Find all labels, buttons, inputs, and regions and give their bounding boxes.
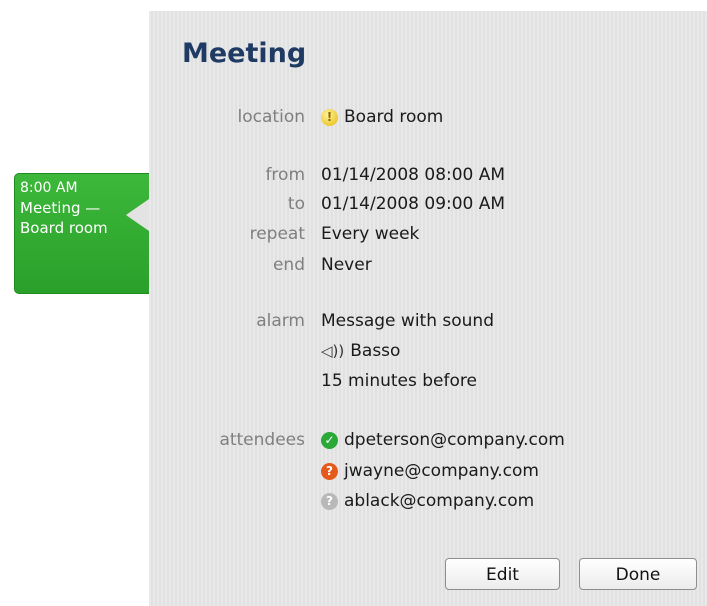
popover-pointer [126, 199, 149, 231]
edit-button[interactable]: Edit [445, 558, 560, 590]
tentative-icon: ? [321, 462, 338, 480]
alarm-label: alarm [256, 311, 305, 331]
alarm-sound: Basso [350, 341, 401, 361]
speaker-icon: ◁)) [321, 342, 345, 360]
to-label: to [287, 194, 305, 214]
from-label: from [265, 165, 305, 185]
repeat-value[interactable]: Every week [321, 224, 419, 244]
no-response-icon: ? [321, 492, 338, 510]
attendee-row[interactable]: ? ablack@company.com [321, 491, 534, 511]
end-label: end [272, 255, 305, 275]
attendee-row[interactable]: ✓ dpeterson@company.com [321, 430, 565, 450]
location-label: location [237, 107, 305, 127]
alarm-sound-row[interactable]: ◁)) Basso [321, 341, 400, 361]
repeat-label: repeat [249, 224, 305, 244]
attendee-email: jwayne@company.com [344, 461, 539, 481]
done-button[interactable]: Done [579, 558, 697, 590]
end-value[interactable]: Never [321, 255, 372, 275]
alarm-type[interactable]: Message with sound [321, 311, 494, 331]
event-time: 8:00 AM [20, 180, 78, 196]
warning-icon: ! [321, 108, 338, 126]
event-title-heading[interactable]: Meeting [182, 38, 306, 69]
event-info-panel: Meeting location ! Board room from 01/14… [149, 11, 707, 606]
attendee-email: dpeterson@company.com [344, 430, 565, 450]
alarm-timing[interactable]: 15 minutes before [321, 371, 477, 391]
location-value-row[interactable]: ! Board room [321, 107, 443, 127]
accepted-icon: ✓ [321, 431, 338, 449]
to-value[interactable]: 01/14/2008 09:00 AM [321, 194, 505, 214]
calendar-event-chip[interactable]: 8:00 AM Meeting — Board room [14, 173, 149, 294]
attendee-email: ablack@company.com [344, 491, 535, 511]
location-value: Board room [344, 107, 444, 127]
from-value[interactable]: 01/14/2008 08:00 AM [321, 165, 505, 185]
attendee-row[interactable]: ? jwayne@company.com [321, 461, 539, 481]
attendees-label: attendees [219, 430, 305, 450]
